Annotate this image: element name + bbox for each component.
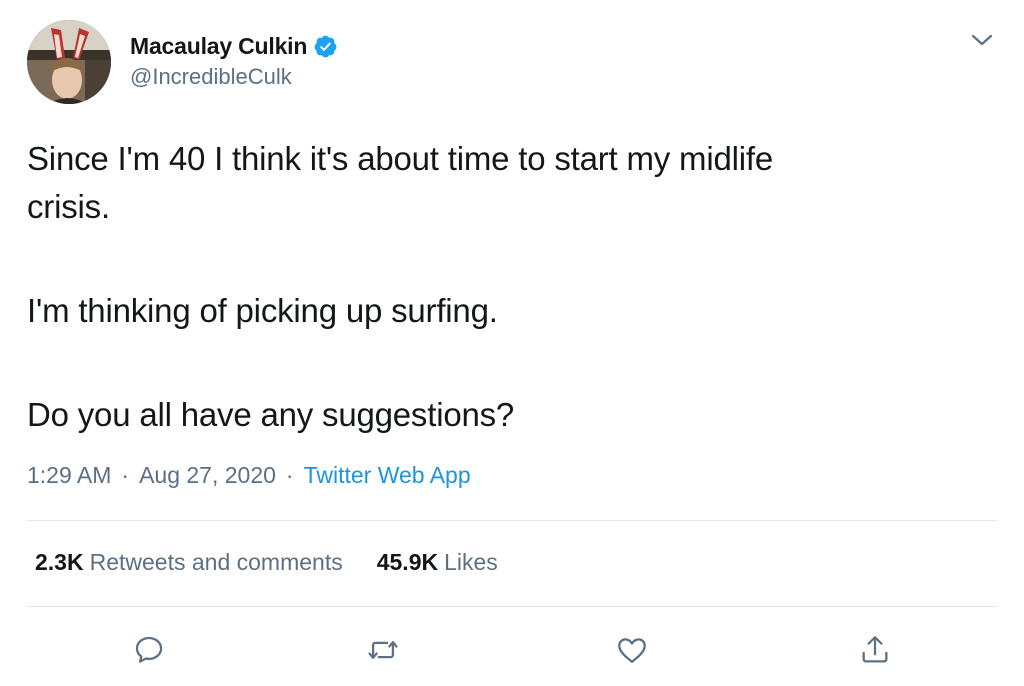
meta-separator: · xyxy=(121,462,130,488)
reply-button[interactable] xyxy=(123,624,175,676)
tweet-text-line: Since I'm 40 I think it's about time to … xyxy=(27,140,774,177)
like-icon xyxy=(618,638,646,663)
likes-label: Likes xyxy=(444,549,498,575)
retweets-stat[interactable]: 2.3K Retweets and comments xyxy=(35,549,343,576)
author-handle[interactable]: @IncredibleCulk xyxy=(130,64,338,90)
verified-badge-icon xyxy=(313,34,338,59)
divider xyxy=(27,520,997,521)
chevron-down-icon[interactable] xyxy=(970,30,994,50)
likes-count: 45.9K xyxy=(376,549,439,575)
tweet-stats: 2.3K Retweets and comments 45.9K Likes xyxy=(35,549,498,576)
like-button[interactable] xyxy=(606,624,658,676)
avatar-photo-icon xyxy=(27,20,111,104)
retweets-label: Retweets and comments xyxy=(89,549,343,575)
divider xyxy=(27,606,997,607)
tweet-text: Since I'm 40 I think it's about time to … xyxy=(27,135,987,439)
tweet-text-line: I'm thinking of picking up surfing. xyxy=(27,292,498,329)
tweet-time[interactable]: 1:29 AM xyxy=(27,462,111,489)
retweets-count: 2.3K xyxy=(35,549,84,575)
share-button[interactable] xyxy=(849,624,901,676)
tweet-header: Macaulay Culkin @IncredibleCulk xyxy=(27,20,338,104)
author-names: Macaulay Culkin @IncredibleCulk xyxy=(130,31,338,90)
meta-separator: · xyxy=(285,462,294,488)
retweet-button[interactable] xyxy=(357,624,409,676)
tweet-text-line: crisis. xyxy=(27,188,110,225)
tweet-meta: 1:29 AM · Aug 27, 2020 · Twitter Web App xyxy=(27,462,471,489)
tweet-text-line: Do you all have any suggestions? xyxy=(27,396,515,433)
name-row: Macaulay Culkin xyxy=(130,31,338,63)
avatar[interactable] xyxy=(27,20,111,104)
reply-icon xyxy=(135,636,163,663)
display-name[interactable]: Macaulay Culkin xyxy=(130,33,307,60)
tweet-date[interactable]: Aug 27, 2020 xyxy=(139,462,276,489)
likes-stat[interactable]: 45.9K Likes xyxy=(377,549,498,576)
share-icon xyxy=(862,636,888,663)
tweet-source-link[interactable]: Twitter Web App xyxy=(304,462,471,489)
tweet-actions xyxy=(0,624,1024,676)
retweet-icon xyxy=(368,641,398,659)
tweet-card: Macaulay Culkin @IncredibleCulk Since I'… xyxy=(0,0,1024,686)
